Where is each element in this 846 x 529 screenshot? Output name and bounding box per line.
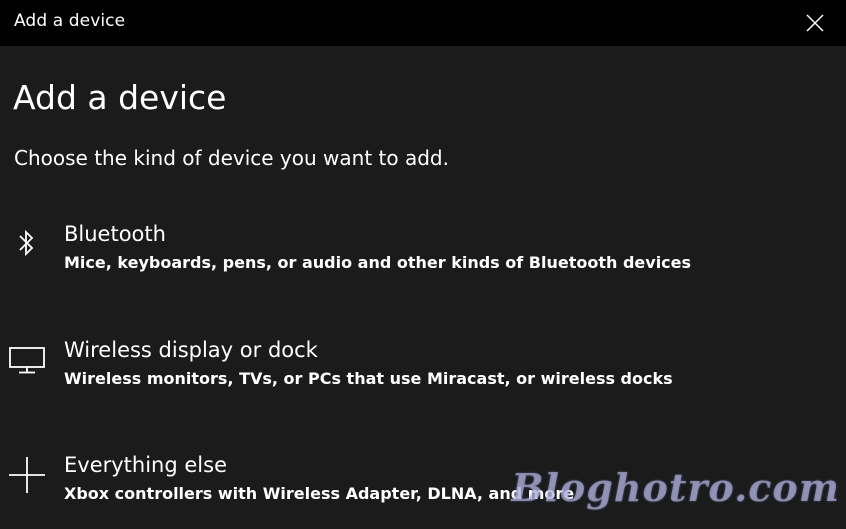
watermark: Bloghotro.com bbox=[511, 465, 840, 510]
option-bluetooth[interactable]: Bluetooth Mice, keyboards, pens, or audi… bbox=[0, 218, 846, 298]
plus-icon bbox=[6, 449, 48, 501]
option-wireless-display[interactable]: Wireless display or dock Wireless monito… bbox=[0, 334, 846, 414]
option-description: Wireless monitors, TVs, or PCs that use … bbox=[64, 369, 673, 388]
monitor-icon bbox=[6, 334, 48, 386]
option-description: Mice, keyboards, pens, or audio and othe… bbox=[64, 253, 692, 272]
dialog-content: Add a device Choose the kind of device y… bbox=[0, 46, 846, 522]
title-bar: Add a device bbox=[0, 0, 846, 46]
window-title: Add a device bbox=[14, 11, 126, 31]
page-title: Add a device bbox=[13, 78, 227, 117]
bluetooth-icon bbox=[6, 218, 48, 270]
page-subtitle: Choose the kind of device you want to ad… bbox=[14, 146, 449, 170]
option-description: Xbox controllers with Wireless Adapter, … bbox=[64, 484, 575, 503]
option-title: Everything else bbox=[64, 453, 227, 477]
option-title: Wireless display or dock bbox=[64, 338, 318, 362]
option-title: Bluetooth bbox=[64, 222, 166, 246]
close-button[interactable] bbox=[784, 0, 846, 46]
close-icon bbox=[806, 14, 824, 32]
